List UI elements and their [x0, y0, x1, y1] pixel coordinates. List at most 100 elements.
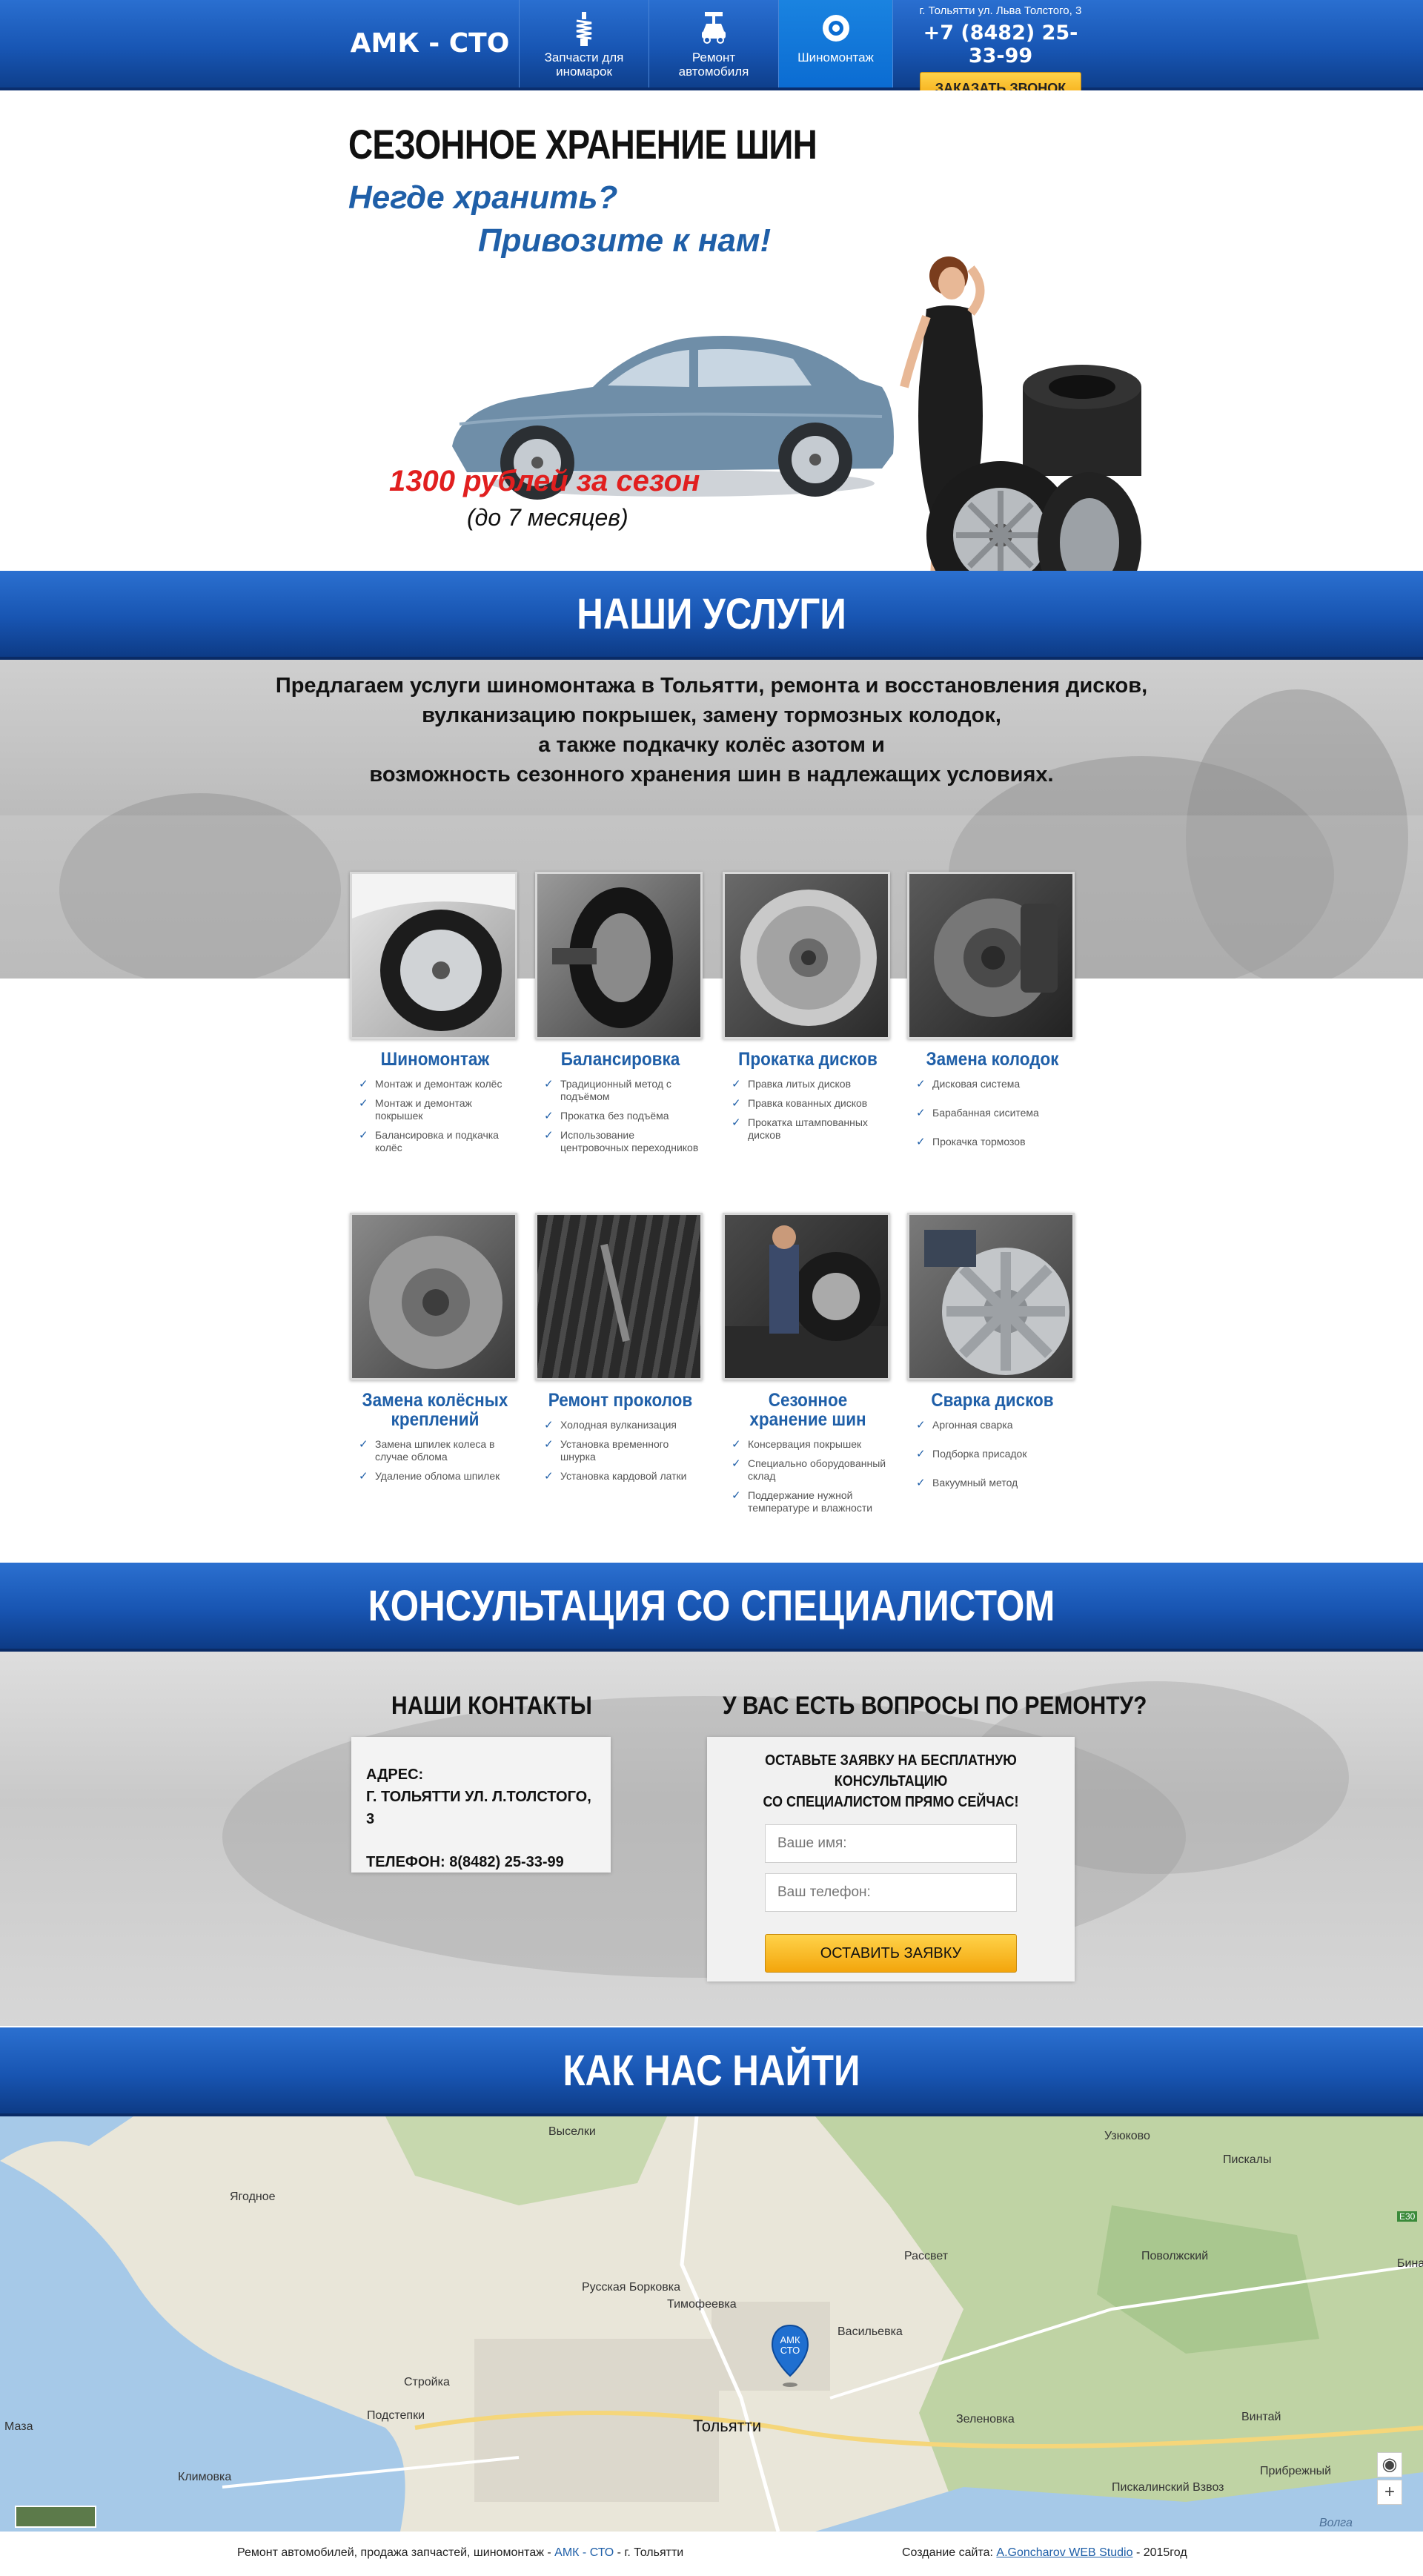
- map-label: Пискалинский Взвоз: [1112, 2481, 1224, 2494]
- service-title: Сварка дисков: [931, 1390, 1054, 1411]
- address-label: АДРЕС:: [366, 1767, 424, 1783]
- site-logo[interactable]: АМК - СТО: [341, 0, 519, 87]
- map-label-river: Волга: [1319, 2517, 1353, 2529]
- check-icon: ✓: [359, 1470, 368, 1483]
- list-item: ✓ Традиционный метод с подъёмом: [544, 1078, 671, 1102]
- locate-button[interactable]: ◉: [1377, 2452, 1402, 2477]
- map-pin-label: АМК СТО: [780, 2334, 800, 2356]
- list-item: ✓ Специально оборудованный склад: [732, 1457, 886, 1482]
- list-item: ✓ Установка временного шнурка: [544, 1438, 669, 1463]
- map-type-thumbnail[interactable]: [15, 2506, 96, 2528]
- list-item: ✓ Замена шпилек колеса в случае облома: [359, 1438, 495, 1463]
- tire-icon: [822, 15, 849, 42]
- list-item: ✓ Установка кардовой латки: [544, 1470, 687, 1483]
- consult-band: КОНСУЛЬТАЦИЯ СО СПЕЦИАЛИСТОМ: [0, 1563, 1423, 1652]
- service-card-wheel-studs[interactable]: Замена колёсных креплений ✓ Замена шпилек…: [350, 1213, 520, 1489]
- car-lift-icon: [702, 12, 726, 44]
- service-card-seasonal-storage[interactable]: Сезонное хранение шин ✓ Консервация покры…: [723, 1213, 893, 1521]
- check-icon: ✓: [916, 1078, 926, 1090]
- header-address: г. Тольятти ул. Льва Толстого, 3: [919, 4, 1082, 17]
- service-list: ✓ Правка литых дисков ✓ Правка кованных ди…: [723, 1078, 893, 1142]
- check-icon: ✓: [916, 1419, 926, 1431]
- zoom-in-button[interactable]: +: [1377, 2480, 1402, 2505]
- service-image: [723, 872, 890, 1039]
- check-icon: ✓: [544, 1438, 554, 1451]
- contacts-box: АДРЕС: Г. ТОЛЬЯТТИ УЛ. Л.ТОЛСТОГО, 3 ТЕЛ…: [351, 1737, 611, 1873]
- check-icon: ✓: [544, 1419, 554, 1431]
- phone-input[interactable]: [765, 1873, 1017, 1912]
- map-label: Подстепки: [367, 2409, 425, 2422]
- service-image: [723, 1213, 890, 1380]
- check-icon: ✓: [916, 1107, 926, 1119]
- list-item: ✓ Правка литых дисков: [732, 1078, 852, 1090]
- form-lead-line: СО СПЕЦИАЛИСТОМ ПРЯМО СЕЙЧАС!: [763, 1794, 1019, 1810]
- consult-heading: КОНСУЛЬТАЦИЯ СО СПЕЦИАЛИСТОМ: [368, 1582, 1055, 1630]
- services-intro-line: возможность сезонного хранения шин в над…: [369, 763, 1054, 787]
- service-card-puncture-repair[interactable]: Ремонт проколов ✓ Холодная вулканизация ✓…: [535, 1213, 706, 1489]
- submit-request-button[interactable]: ОСТАВИТЬ ЗАЯВКУ: [765, 1934, 1017, 1973]
- service-list: ✓ Замена шпилек колеса в случае облома ✓ У…: [350, 1438, 520, 1483]
- map-label: Тимофеевка: [667, 2298, 737, 2311]
- nav-item-repair[interactable]: Ремонт автомобиля: [649, 0, 778, 87]
- list-item: ✓ Вакуумный метод: [916, 1477, 1018, 1489]
- list-item: ✓ Монтаж и демонтаж покрышек: [359, 1097, 472, 1122]
- location-map[interactable]: Выселки Узюково Пискалы Ягодное Рассвет …: [0, 2116, 1423, 2532]
- map-label: Бина: [1397, 2257, 1423, 2270]
- list-item: ✓ Дисковая система: [916, 1078, 1021, 1090]
- service-title: Прокатка дисков: [738, 1049, 878, 1070]
- service-list: ✓ Традиционный метод с подъёмом ✓ Прокатка…: [535, 1078, 706, 1154]
- list-item: ✓ Правка кованных дисков: [732, 1097, 868, 1110]
- list-item: ✓ Балансировка и подкачка колёс: [359, 1129, 499, 1153]
- check-icon: ✓: [359, 1097, 368, 1110]
- services-band: НАШИ УСЛУГИ: [0, 571, 1423, 660]
- list-item: ✓ Прокачка тормозов: [916, 1136, 1026, 1148]
- check-icon: ✓: [732, 1438, 741, 1451]
- nav-item-tires[interactable]: Шиномонтаж: [778, 0, 893, 87]
- footer-left: Ремонт автомобилей, продажа запчастей, ш…: [237, 2546, 684, 2559]
- contacts-title: НАШИ КОНТАКТЫ: [391, 1692, 592, 1720]
- service-image: [350, 872, 517, 1039]
- service-card-rim-rolling[interactable]: Прокатка дисков ✓ Правка литых дисков ✓ Пр…: [723, 872, 893, 1148]
- name-input[interactable]: [765, 1824, 1017, 1863]
- services-intro: Предлагаем услуги шиномонтажа в Тольятти…: [0, 671, 1423, 789]
- list-item: ✓ Удаление облома шпилек: [359, 1470, 500, 1483]
- service-card-brake-pads[interactable]: Замена колодок ✓ Дисковая система ✓ Бараба…: [907, 872, 1078, 1155]
- nav-label: Ремонт автомобиля: [678, 50, 749, 79]
- check-icon: ✓: [916, 1448, 926, 1460]
- site-footer: Ремонт автомобилей, продажа запчастей, ш…: [0, 2532, 1423, 2576]
- map-band: КАК НАС НАЙТИ: [0, 2027, 1423, 2116]
- map-label: Узюково: [1104, 2130, 1150, 2142]
- check-icon: ✓: [544, 1078, 554, 1090]
- check-icon: ✓: [732, 1116, 741, 1129]
- check-icon: ✓: [916, 1477, 926, 1489]
- list-item: ✓ Барабанная сиситема: [916, 1107, 1039, 1119]
- check-icon: ✓: [544, 1129, 554, 1142]
- check-icon: ✓: [732, 1489, 741, 1502]
- service-title: Шиномонтаж: [380, 1049, 490, 1070]
- footer-brand[interactable]: АМК - СТО: [554, 2546, 614, 2559]
- map-label: Выселки: [548, 2125, 596, 2138]
- service-image: [350, 1213, 517, 1380]
- service-card-rim-welding[interactable]: Сварка дисков ✓ Аргонная сварка ✓ Подборка…: [907, 1213, 1078, 1496]
- service-list: ✓ Консервация покрышек ✓ Специально оборуд…: [723, 1438, 893, 1514]
- service-card-tire-fitting[interactable]: Шиномонтаж ✓ Монтаж и демонтаж колёс ✓ Мон…: [350, 872, 520, 1161]
- header-phone[interactable]: +7 (8482) 25-33-99: [912, 21, 1089, 67]
- check-icon: ✓: [732, 1457, 741, 1470]
- service-list: ✓ Холодная вулканизация ✓ Установка времен…: [535, 1419, 706, 1483]
- list-item: ✓ Прокатка штампованных дисков: [732, 1116, 868, 1141]
- service-list: ✓ Монтаж и демонтаж колёс ✓ Монтаж и демон…: [350, 1078, 520, 1154]
- check-icon: ✓: [544, 1110, 554, 1122]
- nav-item-parts[interactable]: Запчасти для иномарок: [519, 0, 649, 87]
- studio-link[interactable]: A.Goncharov WEB Studio: [996, 2546, 1132, 2559]
- address-value: Г. ТОЛЬЯТТИ УЛ. Л.ТОЛСТОГО, 3: [366, 1789, 591, 1827]
- list-item: ✓ Аргонная сварка: [916, 1419, 1013, 1431]
- list-item: ✓ Поддержание нужной температуре и влажно…: [732, 1489, 873, 1514]
- map-label-road: Е30: [1397, 2211, 1418, 2222]
- service-list: ✓ Дисковая система ✓ Барабанная сиситема ✓…: [907, 1078, 1078, 1148]
- consult-form: ОСТАВЬТЕ ЗАЯВКУ НА БЕСПЛАТНУЮ КОНСУЛЬТАЦ…: [707, 1737, 1075, 1981]
- hero-price: 1300 рублей за сезон: [389, 465, 700, 497]
- map-label: Климовка: [178, 2471, 232, 2483]
- service-card-balancing[interactable]: Балансировка ✓ Традиционный метод с подъё…: [535, 872, 706, 1161]
- list-item: ✓ Использование центровочных переходников: [544, 1129, 699, 1153]
- list-item: ✓ Прокатка без подъёма: [544, 1110, 669, 1122]
